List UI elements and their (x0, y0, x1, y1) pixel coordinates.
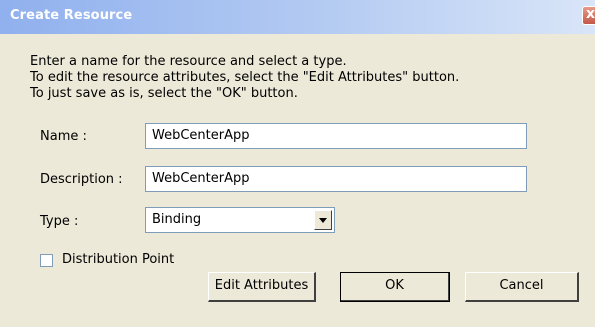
instruction-line-2: To edit the resource attributes, select … (30, 70, 460, 85)
description-field[interactable]: WebCenterApp (145, 166, 527, 192)
dialog-title: Create Resource (10, 8, 133, 23)
ok-button[interactable]: OK (340, 272, 450, 302)
instruction-line-3: To just save as is, select the "OK" butt… (30, 86, 298, 101)
distribution-point-label[interactable]: Distribution Point (62, 252, 174, 267)
name-label: Name : (40, 129, 87, 144)
edit-attributes-button[interactable]: Edit Attributes (208, 272, 316, 302)
type-select[interactable]: Binding (145, 207, 335, 233)
description-label: Description : (40, 172, 123, 187)
distribution-point-checkbox[interactable] (40, 254, 53, 267)
cancel-button[interactable]: Cancel (465, 272, 579, 302)
title-bar: Create Resource x (0, 0, 595, 34)
close-icon: x (586, 6, 595, 22)
close-button[interactable]: x (582, 6, 595, 25)
create-resource-dialog: Create Resource x Enter a name for the r… (0, 0, 595, 327)
name-field[interactable]: WebCenterApp (145, 123, 527, 149)
instruction-line-1: Enter a name for the resource and select… (30, 54, 347, 69)
type-label: Type : (40, 214, 79, 229)
chevron-down-icon[interactable] (314, 210, 332, 230)
type-select-value: Binding (152, 212, 202, 227)
